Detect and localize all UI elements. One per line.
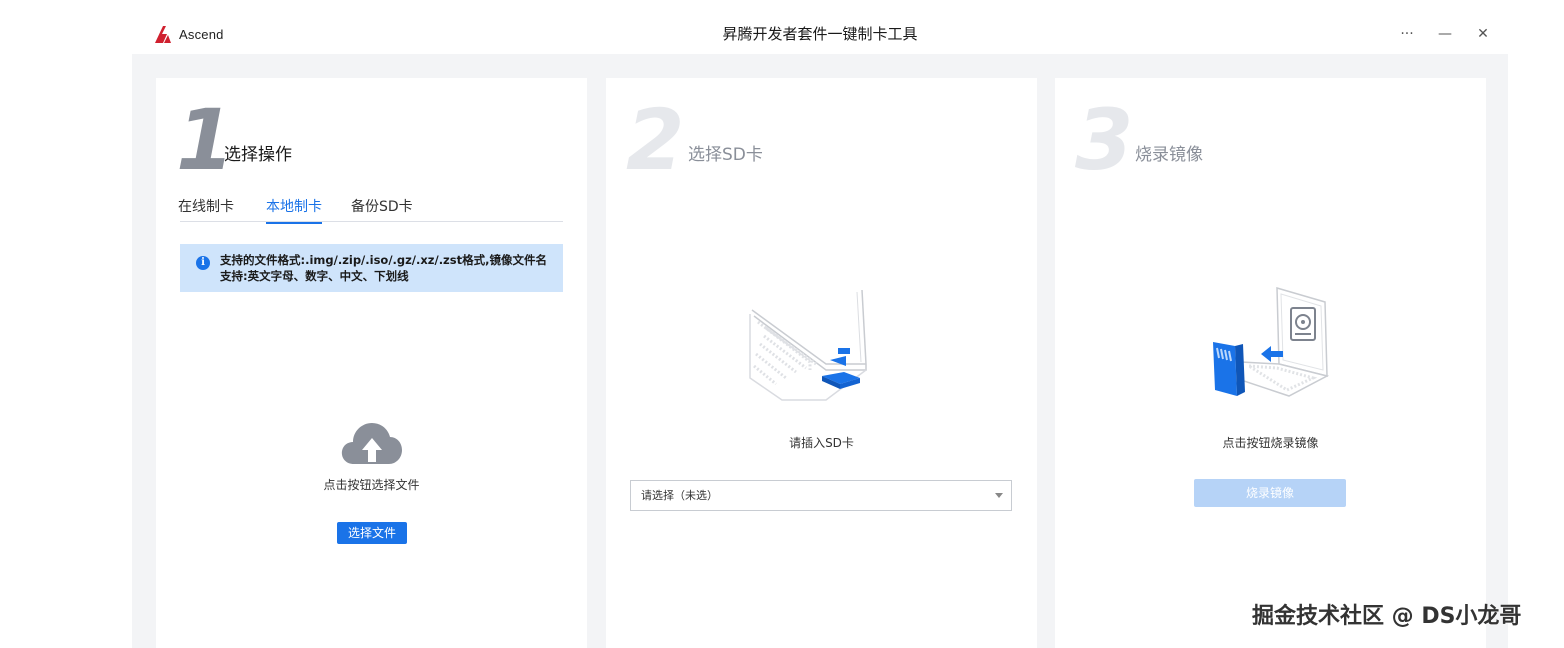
tab-backup[interactable]: 备份SD卡 <box>351 196 413 222</box>
burn-caption: 点击按钮烧录镜像 <box>1222 436 1319 450</box>
more-icon: ··· <box>1400 26 1414 42</box>
burn-image-button[interactable]: 烧录镜像 <box>1194 479 1346 507</box>
app-window: Ascend 昇腾开发者套件一键制卡工具 ··· — ✕ 1 选择操作 在线制卡… <box>132 14 1508 648</box>
sd-card-select[interactable]: 请选择（未选） <box>630 480 1012 511</box>
window-title: 昇腾开发者套件一键制卡工具 <box>722 25 918 43</box>
step1-title: 选择操作 <box>224 145 292 165</box>
upload-caption: 点击按钮选择文件 <box>323 478 420 492</box>
cloud-upload-icon <box>341 423 402 464</box>
laptop-burn-illustration <box>1213 286 1330 397</box>
step1-card: 1 选择操作 在线制卡 本地制卡 备份SD卡 i 支持的文件格式:.img/.z… <box>156 78 587 648</box>
step2-card: 2 选择SD卡 请插入SD卡 请选择（未选） <box>606 78 1037 648</box>
more-menu-button[interactable]: ··· <box>1394 22 1420 46</box>
info-icon: i <box>196 256 210 270</box>
watermark: 掘金技术社区 @ DS小龙哥 <box>1252 604 1522 629</box>
format-info-banner: i 支持的文件格式:.img/.zip/.iso/.gz/.xz/.zst格式,… <box>180 244 563 292</box>
chevron-down-icon <box>995 493 1003 498</box>
step3-title: 烧录镜像 <box>1135 145 1203 165</box>
close-icon: ✕ <box>1477 26 1489 42</box>
minimize-button[interactable]: — <box>1432 22 1458 46</box>
step3-number: 3 <box>1075 91 1134 189</box>
tab-local[interactable]: 本地制卡 <box>266 196 322 224</box>
minimize-icon: — <box>1438 26 1452 42</box>
select-file-button[interactable]: 选择文件 <box>337 522 407 544</box>
step3-card: 3 烧录镜像 点击按钮烧录镜像 烧录镜像 <box>1055 78 1486 648</box>
insert-sd-caption: 请插入SD卡 <box>789 436 854 450</box>
format-info-text: 支持的文件格式:.img/.zip/.iso/.gz/.xz/.zst格式,镜像… <box>220 253 547 283</box>
laptop-sd-insert-illustration <box>749 289 867 401</box>
title-bar: Ascend 昇腾开发者套件一键制卡工具 ··· — ✕ <box>132 14 1508 54</box>
operation-tabs: 在线制卡 本地制卡 备份SD卡 <box>178 196 563 224</box>
close-button[interactable]: ✕ <box>1470 22 1496 46</box>
step2-number: 2 <box>626 91 685 189</box>
sd-card-select-value: 请选择（未选） <box>641 489 718 502</box>
tab-online[interactable]: 在线制卡 <box>178 196 234 222</box>
step2-title: 选择SD卡 <box>688 145 763 165</box>
